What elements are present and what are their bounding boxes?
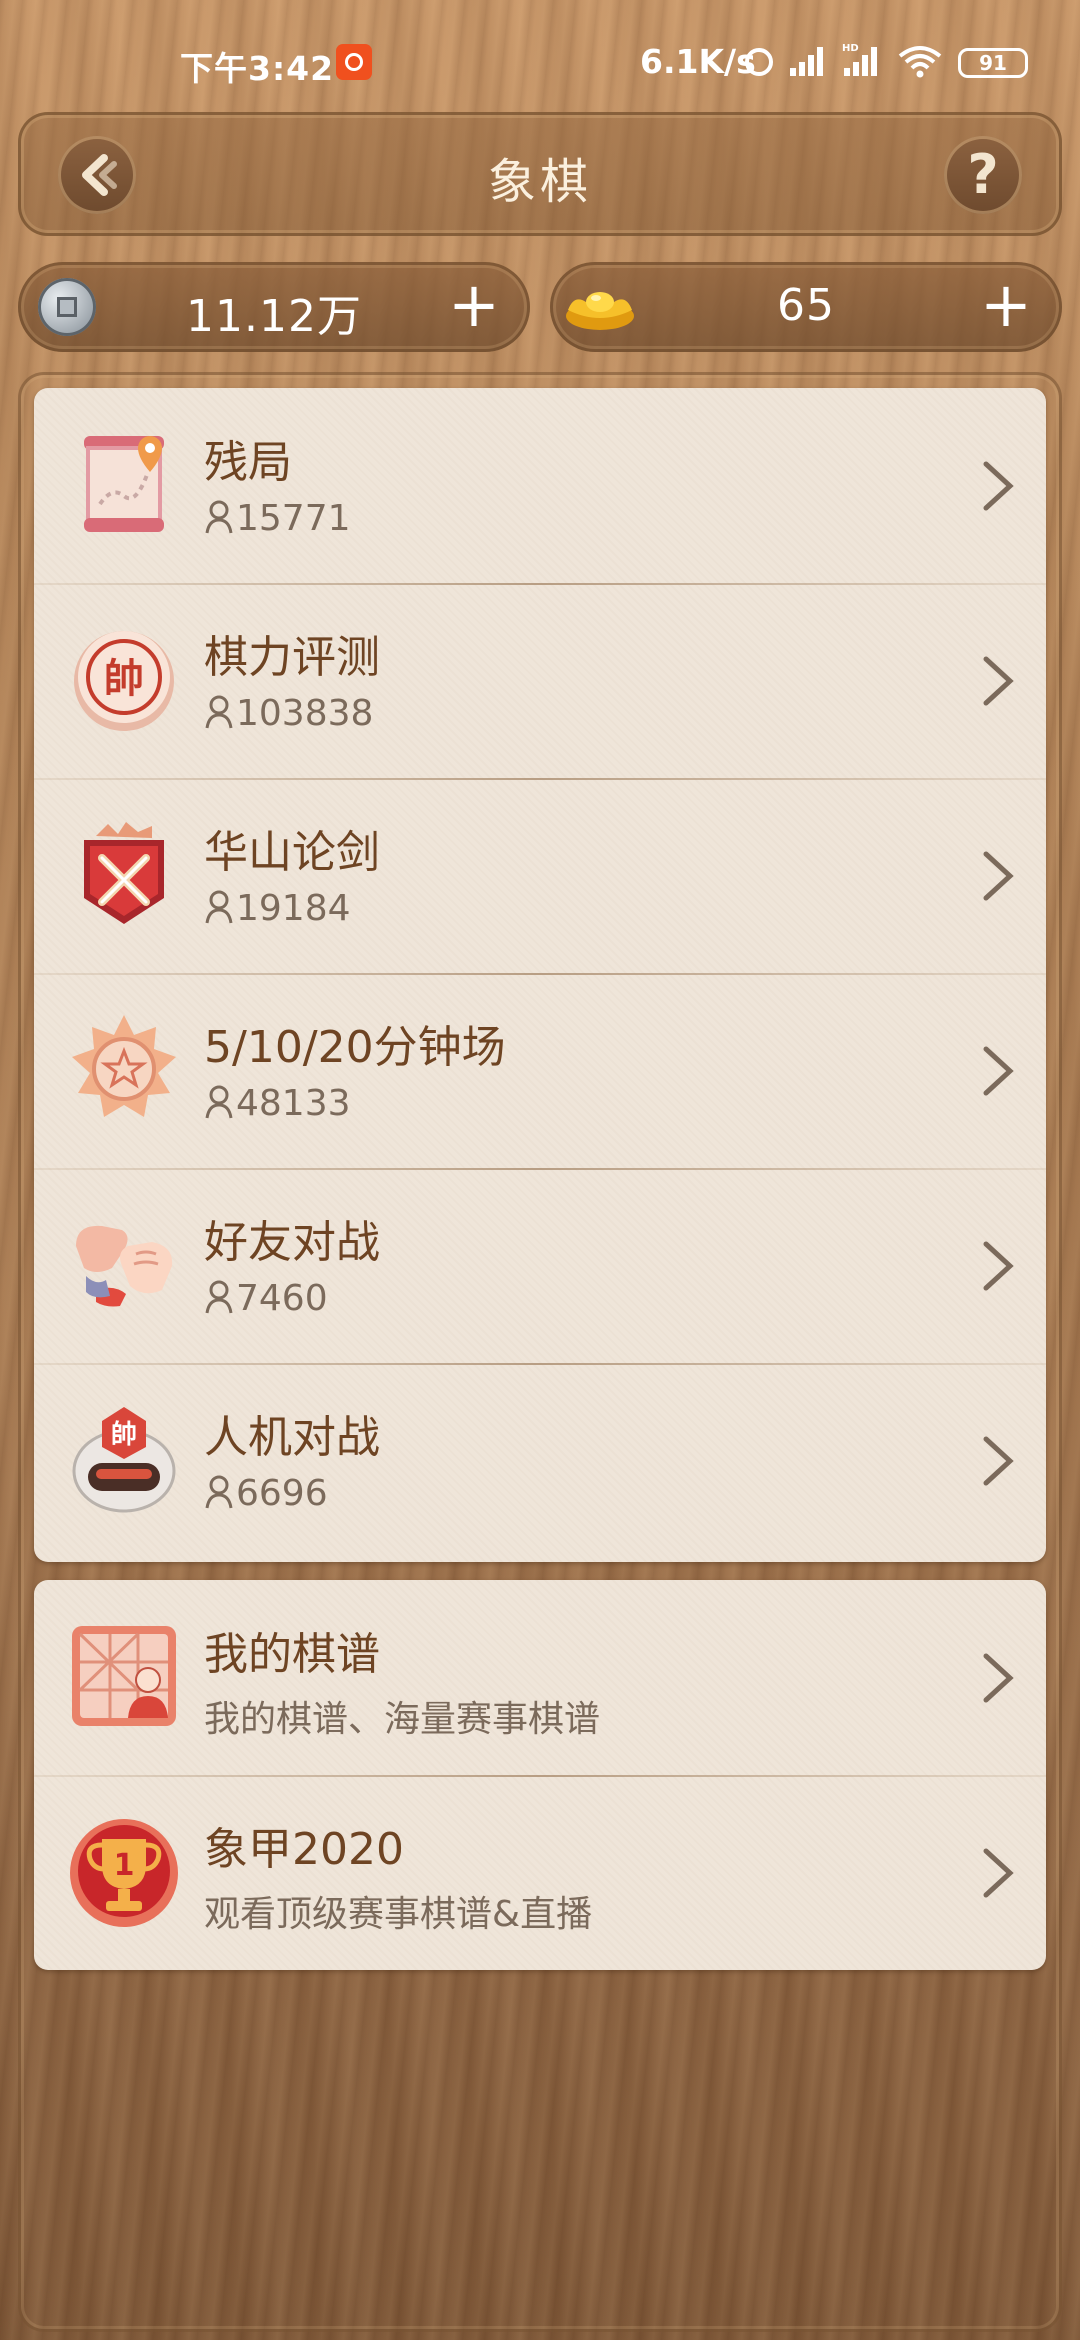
chevron-right-icon bbox=[983, 656, 1014, 706]
ingots-value: 65 bbox=[777, 280, 835, 331]
person-icon bbox=[205, 890, 233, 924]
person-icon bbox=[205, 500, 233, 534]
person-icon bbox=[205, 695, 233, 729]
title-bar: 象棋 ? bbox=[18, 112, 1062, 236]
signal-icon bbox=[790, 47, 823, 76]
question-mark-icon: ? bbox=[967, 143, 999, 206]
coins-value: 11.12万 bbox=[186, 291, 362, 342]
chessboard-player-icon bbox=[72, 1626, 176, 1726]
add-coins-button[interactable]: + bbox=[444, 274, 504, 336]
row-divider bbox=[34, 1775, 1046, 1777]
page-title: 象棋 bbox=[487, 154, 592, 210]
mode-label: 人机对战 bbox=[204, 1412, 380, 1463]
chevron-right-icon bbox=[983, 1436, 1014, 1486]
records-description: 我的棋谱、海量赛事棋谱 bbox=[204, 1699, 601, 1740]
mode-label: 华山论剑 bbox=[204, 827, 380, 878]
mode-row-timed-match[interactable]: 5/10/20分钟场 48133 bbox=[34, 973, 1046, 1168]
wifi-icon bbox=[898, 46, 942, 78]
row-divider bbox=[34, 778, 1046, 780]
mode-row-huashan[interactable]: 华山论剑 19184 bbox=[34, 778, 1046, 973]
row-divider bbox=[34, 583, 1046, 585]
game-modes-list: 残局 15771 帥 棋力评测 103838 华山论剑 19184 5/10/2… bbox=[34, 388, 1046, 1562]
player-count-value: 103838 bbox=[236, 693, 374, 734]
records-list: 我的棋谱 我的棋谱、海量赛事棋谱 1 象甲2020 观看顶级赛事棋谱&直播 bbox=[34, 1580, 1046, 1970]
svg-text:HD: HD bbox=[842, 43, 859, 54]
signal-hd-icon: HD bbox=[842, 43, 877, 76]
chevron-right-icon bbox=[983, 1241, 1014, 1291]
mode-player-count: 6696 bbox=[204, 1473, 328, 1514]
battery-icon: 91 bbox=[958, 48, 1028, 78]
fist-bump-icon bbox=[76, 1225, 173, 1307]
robot-helmet-icon: 帥 bbox=[72, 1407, 176, 1513]
person-icon bbox=[205, 1280, 233, 1314]
mode-player-count: 15771 bbox=[204, 498, 351, 539]
records-description: 观看顶级赛事棋谱&直播 bbox=[204, 1894, 593, 1935]
scroll-map-icon bbox=[84, 436, 164, 532]
gold-ingot-icon bbox=[566, 292, 634, 330]
chevron-right-icon bbox=[983, 1653, 1014, 1703]
mode-row-friend-battle[interactable]: 好友对战 7460 bbox=[34, 1168, 1046, 1363]
mode-row-endgame[interactable]: 残局 15771 bbox=[34, 388, 1046, 583]
mode-label: 棋力评测 bbox=[204, 632, 380, 683]
records-row-my-games[interactable]: 我的棋谱 我的棋谱、海量赛事棋谱 bbox=[34, 1580, 1046, 1775]
ingots-balance: 65 + bbox=[550, 262, 1062, 352]
records-row-league-2020[interactable]: 1 象甲2020 观看顶级赛事棋谱&直播 bbox=[34, 1775, 1046, 1970]
mode-label: 残局 bbox=[204, 437, 292, 488]
network-speed: 6.1K/s bbox=[640, 42, 756, 81]
crossed-swords-shield-icon bbox=[84, 822, 164, 924]
app-notification-icon bbox=[336, 44, 372, 80]
mode-row-vs-ai[interactable]: 帥 人机对战 6696 bbox=[34, 1363, 1046, 1558]
chevron-right-icon bbox=[983, 1848, 1014, 1898]
mode-player-count: 103838 bbox=[204, 693, 373, 734]
add-ingots-button[interactable]: + bbox=[976, 274, 1036, 336]
alarm-icon bbox=[745, 48, 773, 76]
chevron-right-icon bbox=[983, 1046, 1014, 1096]
player-count-value: 6696 bbox=[236, 1473, 328, 1514]
player-count-value: 19184 bbox=[236, 888, 351, 929]
status-time: 下午3:42 bbox=[180, 49, 335, 88]
mode-label: 5/10/20分钟场 bbox=[204, 1022, 506, 1073]
player-count-value: 15771 bbox=[236, 498, 351, 539]
row-divider bbox=[34, 973, 1046, 975]
help-button[interactable]: ? bbox=[944, 136, 1022, 214]
person-icon bbox=[205, 1475, 233, 1509]
svg-text:帥: 帥 bbox=[111, 1420, 137, 1450]
coins-balance: 11.12万 + bbox=[18, 262, 530, 352]
status-bar: 下午3:42 6.1K/s HD 91 bbox=[0, 0, 1080, 120]
row-divider bbox=[34, 1168, 1046, 1170]
person-icon bbox=[205, 1085, 233, 1119]
chess-piece-shuai-icon: 帥 bbox=[74, 631, 174, 731]
svg-text:1: 1 bbox=[114, 1848, 135, 1883]
mode-row-rating-test[interactable]: 帥 棋力评测 103838 bbox=[34, 583, 1046, 778]
mode-player-count: 7460 bbox=[204, 1278, 328, 1319]
mode-label: 好友对战 bbox=[204, 1217, 380, 1268]
mode-player-count: 48133 bbox=[204, 1083, 351, 1124]
records-label: 我的棋谱 bbox=[204, 1629, 380, 1680]
row-divider bbox=[34, 1363, 1046, 1365]
records-label: 象甲2020 bbox=[204, 1824, 404, 1875]
silver-coin-icon bbox=[38, 278, 96, 336]
player-count-value: 48133 bbox=[236, 1083, 351, 1124]
chevron-right-icon bbox=[983, 461, 1014, 511]
svg-text:帥: 帥 bbox=[104, 656, 144, 702]
player-count-value: 7460 bbox=[236, 1278, 328, 1319]
mode-player-count: 19184 bbox=[204, 888, 351, 929]
chevron-right-icon bbox=[983, 851, 1014, 901]
trophy-icon: 1 bbox=[70, 1819, 178, 1927]
star-medal-icon bbox=[72, 1015, 176, 1117]
